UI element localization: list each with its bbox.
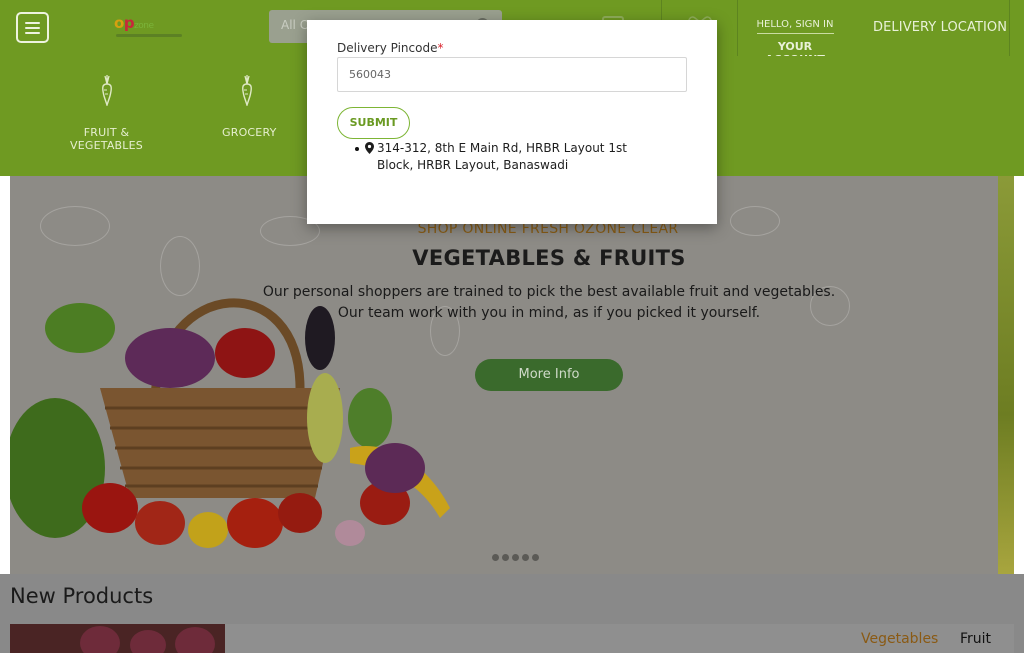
category-fruit-vegetables[interactable]: FRUIT & VEGETABLES bbox=[50, 74, 163, 152]
pincode-label-text: Delivery Pincode bbox=[337, 41, 438, 55]
header-divider bbox=[1009, 0, 1010, 56]
carousel-dots bbox=[492, 554, 539, 561]
sketch-decoration bbox=[40, 206, 110, 246]
onion-shape bbox=[80, 626, 120, 653]
pincode-field-label: Delivery Pincode* bbox=[337, 41, 443, 55]
logo-letter-p: p bbox=[123, 14, 135, 32]
required-asterisk: * bbox=[437, 41, 444, 55]
carousel-dot[interactable] bbox=[502, 554, 509, 561]
site-logo[interactable]: opzone bbox=[114, 14, 154, 32]
banner-headline: VEGETABLES & FRUITS bbox=[412, 246, 686, 270]
carousel-dot[interactable] bbox=[532, 554, 539, 561]
account-greeting: HELLO, SIGN IN bbox=[756, 19, 834, 34]
carousel-dot[interactable] bbox=[522, 554, 529, 561]
saved-address-list: 314-312, 8th E Main Rd, HRBR Layout 1st … bbox=[355, 140, 663, 174]
carrot-icon bbox=[241, 75, 252, 106]
tab-fruit[interactable]: Fruit bbox=[960, 631, 991, 647]
delivery-location-link[interactable]: DELIVERY LOCATION bbox=[873, 20, 1007, 35]
next-slide-preview bbox=[998, 176, 1014, 574]
section-title: New Products bbox=[10, 584, 154, 608]
more-info-button[interactable]: More Info bbox=[475, 359, 623, 391]
carrot-icon bbox=[101, 75, 112, 106]
category-grocery[interactable]: GROCERY bbox=[222, 74, 277, 139]
carousel-dot[interactable] bbox=[492, 554, 499, 561]
hero-banner: SHOP ONLINE FRESH OZONE CLEAR VEGETABLES… bbox=[10, 176, 1014, 574]
saved-address-text: 314-312, 8th E Main Rd, HRBR Layout 1st … bbox=[377, 141, 627, 172]
product-thumbnail[interactable] bbox=[10, 624, 225, 653]
new-products-section: New Products Vegetables Fruit bbox=[0, 574, 1024, 653]
banner-description: Our personal shoppers are trained to pic… bbox=[262, 284, 836, 321]
hamburger-icon bbox=[25, 21, 40, 34]
saved-address-item[interactable]: 314-312, 8th E Main Rd, HRBR Layout 1st … bbox=[355, 140, 663, 174]
logo-wordmark: zone bbox=[134, 21, 154, 31]
pincode-input[interactable] bbox=[337, 57, 687, 92]
map-marker-icon bbox=[365, 142, 374, 154]
onion-shape bbox=[130, 630, 166, 653]
search-category-select[interactable]: All C bbox=[281, 18, 308, 32]
logo-tagline-bar bbox=[116, 34, 182, 37]
category-label: GROCERY bbox=[222, 126, 277, 139]
hamburger-menu-button[interactable] bbox=[16, 12, 49, 43]
delivery-pincode-modal: Delivery Pincode* SUBMIT 314-312, 8th E … bbox=[307, 20, 717, 224]
tab-vegetables[interactable]: Vegetables bbox=[861, 631, 938, 647]
onion-shape bbox=[175, 627, 215, 653]
category-label: FRUIT & VEGETABLES bbox=[70, 126, 143, 152]
header-divider bbox=[737, 0, 738, 56]
submit-button[interactable]: SUBMIT bbox=[337, 107, 410, 139]
sketch-decoration bbox=[730, 206, 780, 236]
carousel-dot[interactable] bbox=[512, 554, 519, 561]
logo-letter-o: o bbox=[114, 14, 124, 32]
